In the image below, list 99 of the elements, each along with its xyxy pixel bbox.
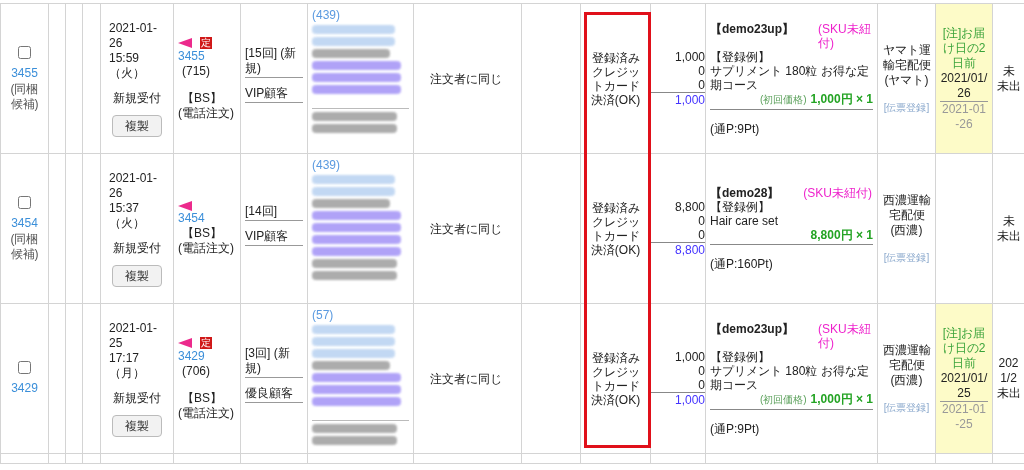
flag-icon [178, 37, 192, 48]
slip-link[interactable]: [伝票登録] [882, 99, 931, 115]
order-status: 新規受付 [112, 89, 162, 107]
total-amount: 8,800 [651, 242, 705, 257]
row-checkbox[interactable] [18, 360, 31, 374]
order-link[interactable]: 3455 [11, 65, 38, 80]
amount: 0 [697, 364, 705, 378]
payment-status: 登録済みクレジットカード決済(OK) [589, 350, 642, 407]
amount: 1,000 [673, 50, 705, 64]
product-price: 1,000円 × 1 [810, 391, 873, 406]
status-text: 未出 [995, 78, 1022, 94]
customer-rank: VIP顧客 [245, 86, 303, 103]
customer-rank: 優良顧客 [245, 386, 303, 403]
carrier-name: 西濃運輸宅配便(西濃) [882, 342, 931, 388]
flag-icon [178, 337, 192, 348]
row-checkbox[interactable] [18, 195, 31, 209]
slip-link[interactable]: [伝票登録] [882, 249, 931, 265]
status-text: 1/2 [999, 371, 1018, 386]
carrier-name: 西濃運輸宅配便(西濃) [882, 192, 931, 238]
ship-to: 注文者に同じ [430, 371, 502, 386]
order-count: (715) [181, 63, 211, 79]
order-type: (電話注文) [178, 241, 235, 256]
subscription-badge: 定 [200, 336, 212, 349]
order-datetime: 2021-01-26 15:59（火） [108, 20, 159, 81]
order-number-link[interactable]: 3454 [178, 211, 240, 226]
customer-rank: [15回] (新規) [245, 46, 303, 78]
price-note: (初回価格) [759, 92, 807, 107]
product-label: 【登録例】 [710, 49, 771, 64]
customer-count-link[interactable]: (57) [312, 308, 409, 322]
product-code: 【demo28】 [710, 186, 780, 200]
amount: 1,000 [673, 350, 705, 364]
ship-to: 注文者に同じ [430, 71, 502, 86]
customer-rank: VIP顧客 [245, 228, 303, 246]
status-text: 未出 [995, 228, 1022, 244]
order-datetime: 2021-01-26 15:37（火） [108, 170, 159, 231]
order-type: (電話注文) [178, 105, 235, 121]
slip-link[interactable]: [伝票登録] [882, 399, 931, 415]
customer-rank: [14回] [245, 203, 303, 221]
order-status: 新規受付 [112, 239, 162, 257]
order-number-link[interactable]: 3455 [178, 48, 240, 64]
copy-button[interactable]: 複製 [112, 114, 162, 137]
channel-label: 【BS】 [181, 226, 223, 241]
channel-label: 【BS】 [181, 390, 223, 406]
price-note: (初回価格) [759, 392, 807, 407]
customer-count-link[interactable]: (439) [312, 158, 409, 172]
order-count: (706) [181, 363, 211, 379]
amount: 0 [697, 378, 705, 392]
bundle-note: (同梱候補) [9, 231, 40, 262]
order-number-link[interactable]: 3429 [178, 348, 240, 364]
product-label: 【登録例】 [710, 349, 771, 364]
payment-status: 登録済みクレジットカード決済(OK) [589, 50, 642, 107]
order-type: (電話注文) [178, 405, 235, 421]
channel-label: 【BS】 [181, 90, 223, 106]
amount: 0 [697, 214, 705, 228]
points-note: (通P:9Pt) [710, 121, 761, 136]
order-link[interactable]: 3454 [11, 215, 38, 230]
customer-rank: [3回] (新規) [245, 346, 303, 378]
ship-to: 注文者に同じ [430, 221, 502, 236]
delivery-date: 2021/01/26 [940, 70, 988, 102]
status-text: 未 [1001, 63, 1016, 79]
carrier-name: ヤマト運輸宅配便(ヤマト) [882, 42, 931, 88]
product-price: 8,800円 × 1 [810, 228, 873, 242]
amount: 0 [697, 228, 705, 242]
total-amount: 1,000 [651, 392, 705, 407]
points-note: (通P:160Pt) [710, 257, 774, 271]
amount: 0 [697, 64, 705, 78]
delivery-note: [注]お届け日の2日前 [941, 325, 987, 371]
row-checkbox[interactable] [18, 45, 31, 59]
product-label: 【登録例】 [710, 200, 771, 214]
delivery-sub-date: 2021-01-25 [940, 401, 987, 432]
delivery-date: 2021/01/25 [940, 370, 988, 402]
subscription-badge: 定 [200, 36, 212, 49]
order-datetime: 2021-01-25 17:17（月） [108, 320, 159, 381]
order-status: 新規受付 [112, 389, 162, 407]
status-text: 未 [1001, 213, 1016, 229]
product-name: Hair care set [710, 214, 780, 228]
product-price: 1,000円 × 1 [810, 91, 873, 106]
sku-status: (SKU未紐付) [818, 321, 872, 350]
amount: 8,800 [673, 200, 705, 214]
flag-icon [178, 201, 192, 211]
customer-count-link[interactable]: (439) [312, 8, 409, 22]
total-amount: 1,000 [651, 92, 705, 107]
amount: 0 [697, 78, 705, 92]
bundle-note: (同梱候補) [9, 81, 40, 112]
product-name: サプリメント 180粒 お得な定期コース [710, 63, 870, 92]
product-name: サプリメント 180粒 お得な定期コース [710, 363, 870, 392]
delivery-note: [注]お届け日の2日前 [941, 25, 987, 71]
points-note: (通P:9Pt) [710, 421, 761, 436]
status-text: 未出 [995, 386, 1022, 401]
product-code: 【demo23up】 [710, 321, 794, 338]
payment-status: 登録済みクレジットカード決済(OK) [589, 200, 642, 257]
sku-status: (SKU未紐付) [803, 186, 873, 200]
product-code: 【demo23up】 [710, 21, 794, 38]
copy-button[interactable]: 複製 [112, 264, 162, 287]
status-text: 202 [997, 356, 1020, 371]
delivery-sub-date: 2021-01-26 [940, 101, 987, 132]
order-link[interactable]: 3429 [11, 380, 38, 395]
sku-status: (SKU未紐付) [818, 21, 872, 50]
copy-button[interactable]: 複製 [112, 414, 162, 437]
